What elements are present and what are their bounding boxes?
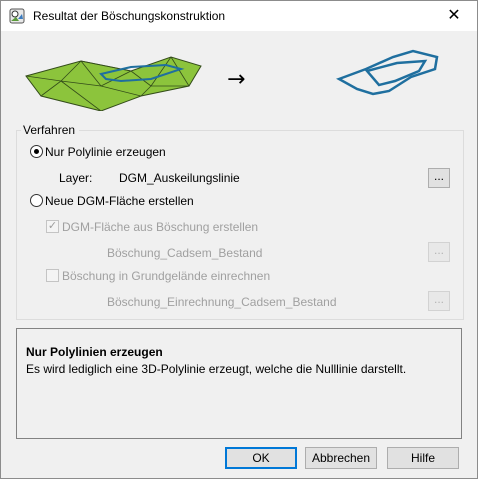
- dgm-radio-label[interactable]: Neue DGM-Fläche erstellen: [45, 194, 194, 208]
- polyline-radio[interactable]: [30, 145, 43, 158]
- title-bar: Resultat der Böschungskonstruktion ✕: [1, 1, 477, 31]
- info-title: Nur Polylinien erzeugen: [26, 345, 163, 359]
- polyline-radio-label[interactable]: Nur Polylinie erzeugen: [45, 145, 166, 159]
- cancel-button[interactable]: Abbrechen: [305, 447, 377, 469]
- app-icon: [9, 8, 25, 24]
- dgm-boeschung-value: Böschung_Cadsem_Bestand: [107, 246, 263, 260]
- dgm-radio[interactable]: [30, 194, 43, 207]
- ground-checkbox[interactable]: [46, 269, 59, 282]
- close-icon: ✕: [447, 7, 461, 24]
- dialog-window: Resultat der Böschungskonstruktion ✕ → V…: [0, 0, 478, 479]
- transform-arrow-icon: →: [227, 67, 245, 92]
- method-illustration: →: [25, 49, 439, 111]
- polyline-result-illustration: [336, 49, 439, 96]
- window-title: Resultat der Böschungskonstruktion: [33, 9, 226, 23]
- ok-button[interactable]: OK: [225, 447, 297, 469]
- ground-checkbox-label[interactable]: Böschung in Grundgelände einrechnen: [62, 269, 270, 283]
- dgm-from-boeschung-label[interactable]: DGM-Fläche aus Böschung erstellen: [62, 220, 258, 234]
- info-panel: Nur Polylinien erzeugen Es wird lediglic…: [16, 328, 462, 439]
- info-text: Es wird lediglich eine 3D-Polylinie erze…: [26, 362, 407, 376]
- dgm-from-boeschung-checkbox[interactable]: ✓: [46, 220, 59, 233]
- ground-value: Böschung_Einrechnung_Cadsem_Bestand: [107, 295, 337, 309]
- layer-browse-button[interactable]: ...: [428, 168, 450, 188]
- layer-value: DGM_Auskeilungslinie: [119, 171, 240, 185]
- dgm-boeschung-browse-button[interactable]: ...: [428, 242, 450, 262]
- layer-label: Layer:: [59, 171, 93, 185]
- close-button[interactable]: ✕: [431, 1, 477, 31]
- procedure-group-label: Verfahren: [21, 123, 80, 137]
- help-button[interactable]: Hilfe: [387, 447, 459, 469]
- terrain-surface-illustration: [25, 56, 202, 111]
- ground-browse-button[interactable]: ...: [428, 291, 450, 311]
